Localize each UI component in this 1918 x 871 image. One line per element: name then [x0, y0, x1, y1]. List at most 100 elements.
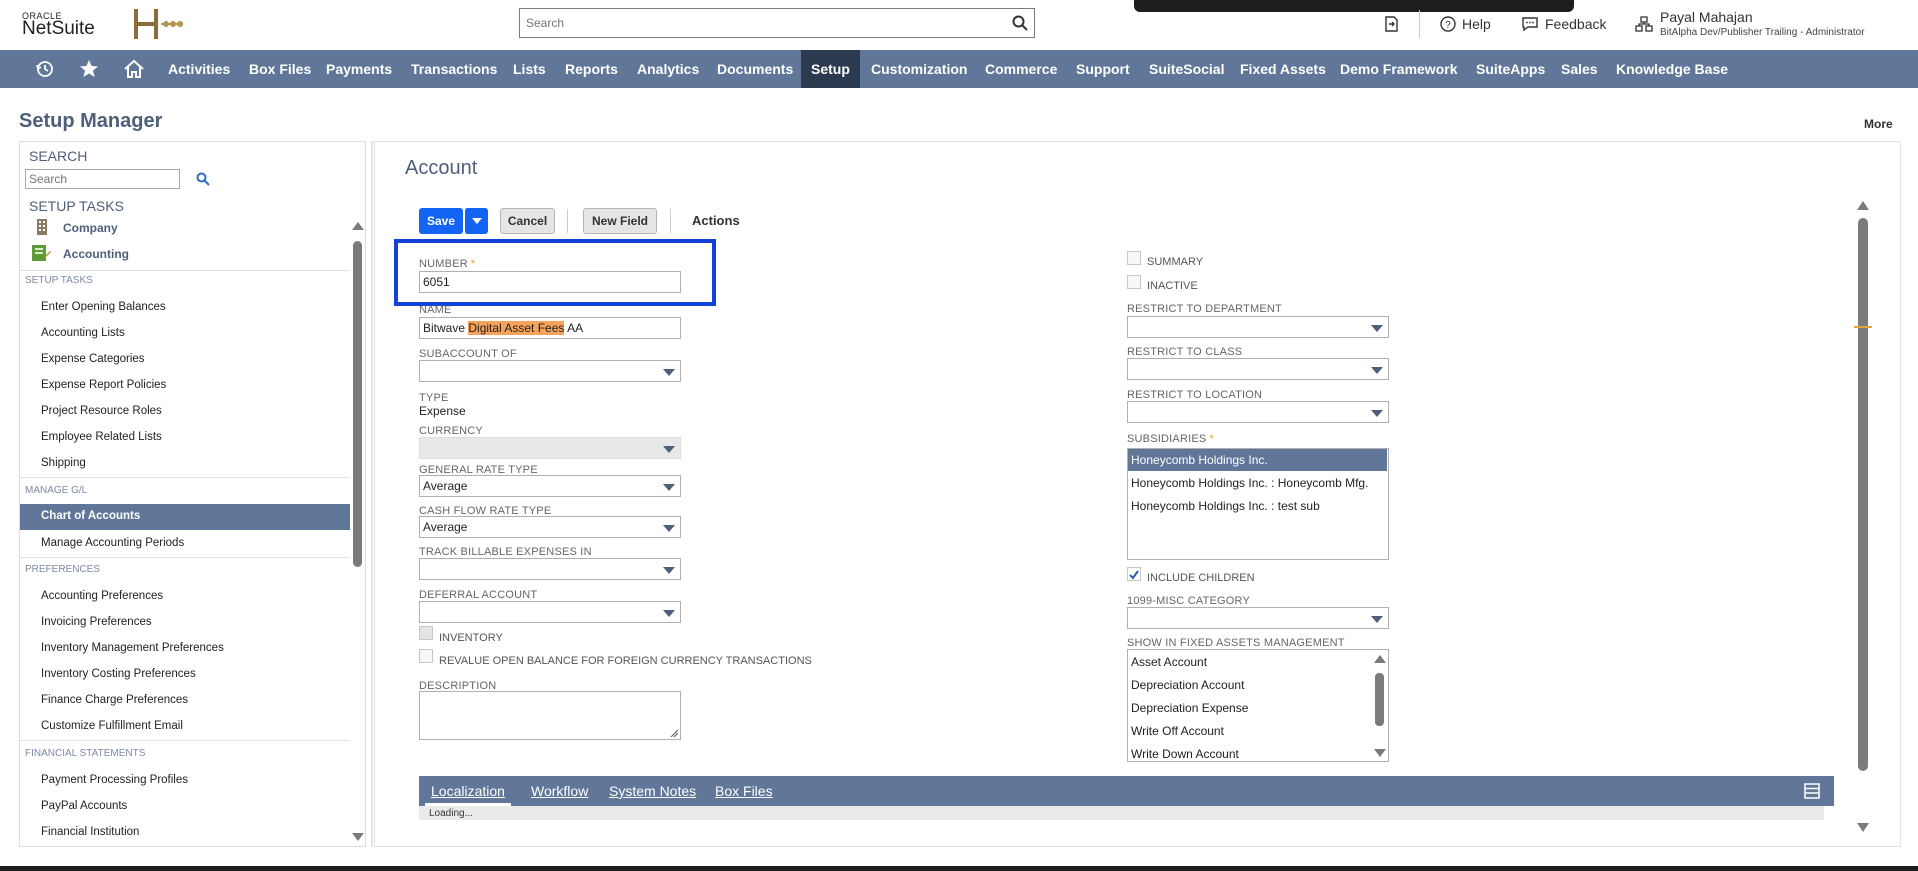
sidebar-search-input[interactable] — [25, 169, 180, 189]
nav-payments[interactable]: Payments — [326, 50, 392, 88]
general-rate-type-select[interactable]: Average — [419, 475, 681, 497]
listbox-scroll-down-icon[interactable] — [1374, 749, 1386, 757]
tab-layout-menu-icon[interactable] — [1804, 783, 1820, 799]
link-inventory-management-preferences[interactable]: Inventory Management Preferences — [41, 642, 224, 654]
subsidiary-option[interactable]: Honeycomb Holdings Inc. — [1128, 449, 1387, 471]
subsidiary-option[interactable]: Honeycomb Holdings Inc. : Honeycomb Mfg. — [1131, 476, 1368, 490]
netsuite-logo-text[interactable]: NetSuite — [22, 18, 95, 40]
save-button[interactable]: Save — [419, 208, 463, 234]
nav-suitesocial[interactable]: SuiteSocial — [1149, 50, 1224, 88]
favorites-star-icon[interactable] — [79, 59, 99, 79]
listbox-scroll-up-icon[interactable] — [1374, 655, 1386, 663]
inactive-checkbox[interactable] — [1127, 275, 1141, 289]
restrict-location-select[interactable] — [1127, 401, 1389, 423]
sidebar-scroll-down-icon[interactable] — [352, 833, 364, 841]
deferral-account-select[interactable] — [419, 601, 681, 623]
subsidiary-option[interactable]: Honeycomb Holdings Inc. : test sub — [1131, 499, 1320, 513]
search-icon[interactable] — [1012, 15, 1028, 31]
nav-lists[interactable]: Lists — [513, 50, 546, 88]
cash-flow-rate-type-select[interactable]: Average — [419, 516, 681, 538]
cancel-button[interactable]: Cancel — [500, 208, 555, 234]
subaccount-of-select[interactable] — [419, 360, 681, 382]
role-switch-icon[interactable] — [1635, 15, 1653, 33]
tab-workflow[interactable]: Workflow — [531, 783, 588, 799]
link-finance-charge-preferences[interactable]: Finance Charge Preferences — [41, 694, 188, 706]
main-scroll-down-icon[interactable] — [1857, 823, 1869, 832]
track-billable-select[interactable] — [419, 558, 681, 580]
nav-customization[interactable]: Customization — [871, 50, 967, 88]
task-company[interactable]: Company — [63, 221, 118, 235]
nav-setup[interactable]: Setup — [801, 50, 860, 88]
tab-system-notes[interactable]: System Notes — [609, 783, 696, 799]
subsidiaries-listbox[interactable]: Honeycomb Holdings Inc. Honeycomb Holdin… — [1127, 448, 1389, 560]
fixed-assets-option[interactable]: Depreciation Expense — [1131, 701, 1248, 715]
link-expense-categories[interactable]: Expense Categories — [41, 353, 145, 365]
task-accounting[interactable]: Accounting — [63, 247, 129, 261]
nav-commerce[interactable]: Commerce — [985, 50, 1057, 88]
user-name[interactable]: Payal Mahajan — [1660, 9, 1753, 25]
tab-box-files[interactable]: Box Files — [715, 783, 773, 799]
help-link[interactable]: ? Help — [1440, 16, 1491, 32]
fixed-assets-option[interactable]: Asset Account — [1131, 655, 1207, 669]
misc-1099-select[interactable] — [1127, 607, 1389, 629]
nav-demo-framework[interactable]: Demo Framework — [1340, 50, 1457, 88]
main-scroll-up-icon[interactable] — [1857, 201, 1869, 210]
nav-sales[interactable]: Sales — [1561, 50, 1598, 88]
link-invoicing-preferences[interactable]: Invoicing Preferences — [41, 616, 152, 628]
fixed-assets-listbox[interactable]: Asset Account Depreciation Account Depre… — [1127, 649, 1389, 762]
link-customize-fulfillment-email[interactable]: Customize Fulfillment Email — [41, 720, 183, 732]
description-textarea[interactable] — [419, 691, 681, 740]
nav-activities[interactable]: Activities — [168, 50, 230, 88]
recent-records-icon[interactable] — [1382, 15, 1400, 33]
link-chart-of-accounts[interactable]: Chart of Accounts — [20, 504, 350, 530]
link-financial-institution[interactable]: Financial Institution — [41, 826, 139, 838]
nav-analytics[interactable]: Analytics — [637, 50, 699, 88]
link-expense-report-policies[interactable]: Expense Report Policies — [41, 379, 166, 391]
sidebar-scroll-up-icon[interactable] — [352, 222, 364, 230]
sidebar-scrollbar[interactable] — [353, 241, 362, 567]
feedback-link[interactable]: Feedback — [1521, 16, 1606, 32]
user-role[interactable]: BitAlpha Dev/Publisher Trailing - Admini… — [1660, 27, 1865, 38]
link-employee-related-lists[interactable]: Employee Related Lists — [41, 431, 162, 443]
fixed-assets-option[interactable]: Write Off Account — [1131, 724, 1224, 738]
more-link[interactable]: More — [1864, 117, 1893, 131]
tab-localization[interactable]: Localization — [431, 783, 505, 799]
global-search-box[interactable] — [519, 8, 1035, 38]
fixed-assets-option[interactable]: Depreciation Account — [1131, 678, 1244, 692]
home-icon[interactable] — [124, 59, 144, 79]
summary-checkbox[interactable] — [1127, 251, 1141, 265]
global-search-input[interactable] — [520, 9, 1000, 37]
revalue-checkbox[interactable] — [419, 649, 433, 663]
nav-fixed-assets[interactable]: Fixed Assets — [1240, 50, 1326, 88]
save-options-dropdown[interactable] — [464, 208, 488, 234]
link-enter-opening-balances[interactable]: Enter Opening Balances — [41, 301, 166, 313]
link-project-resource-roles[interactable]: Project Resource Roles — [41, 405, 162, 417]
nav-support[interactable]: Support — [1076, 50, 1130, 88]
sidebar-resize-handle[interactable] — [371, 141, 373, 847]
link-payment-processing-profiles[interactable]: Payment Processing Profiles — [41, 774, 188, 786]
restrict-department-select[interactable] — [1127, 316, 1389, 338]
recent-history-icon[interactable] — [35, 59, 55, 79]
nav-transactions[interactable]: Transactions — [411, 50, 497, 88]
link-shipping[interactable]: Shipping — [41, 457, 86, 469]
main-scrollbar[interactable] — [1858, 218, 1868, 771]
link-paypal-accounts[interactable]: PayPal Accounts — [41, 800, 127, 812]
new-field-button[interactable]: New Field — [583, 208, 657, 234]
sidebar-search-icon[interactable] — [196, 172, 210, 186]
link-inventory-costing-preferences[interactable]: Inventory Costing Preferences — [41, 668, 196, 680]
nav-knowledge-base[interactable]: Knowledge Base — [1616, 50, 1728, 88]
link-accounting-lists[interactable]: Accounting Lists — [41, 327, 125, 339]
nav-box-files[interactable]: Box Files — [249, 50, 311, 88]
restrict-class-select[interactable] — [1127, 358, 1389, 380]
include-children-checkbox[interactable] — [1127, 567, 1141, 581]
link-accounting-preferences[interactable]: Accounting Preferences — [41, 590, 163, 602]
resize-grip-icon[interactable] — [670, 729, 678, 737]
fixed-assets-option[interactable]: Write Down Account — [1131, 747, 1239, 761]
name-field[interactable]: Bitwave Digital Asset Fees AA — [419, 317, 681, 339]
nav-reports[interactable]: Reports — [565, 50, 618, 88]
nav-documents[interactable]: Documents — [717, 50, 793, 88]
listbox-scrollbar[interactable] — [1375, 673, 1384, 726]
link-manage-accounting-periods[interactable]: Manage Accounting Periods — [41, 537, 184, 549]
nav-suiteapps[interactable]: SuiteApps — [1476, 50, 1545, 88]
actions-menu[interactable]: Actions — [692, 213, 740, 228]
